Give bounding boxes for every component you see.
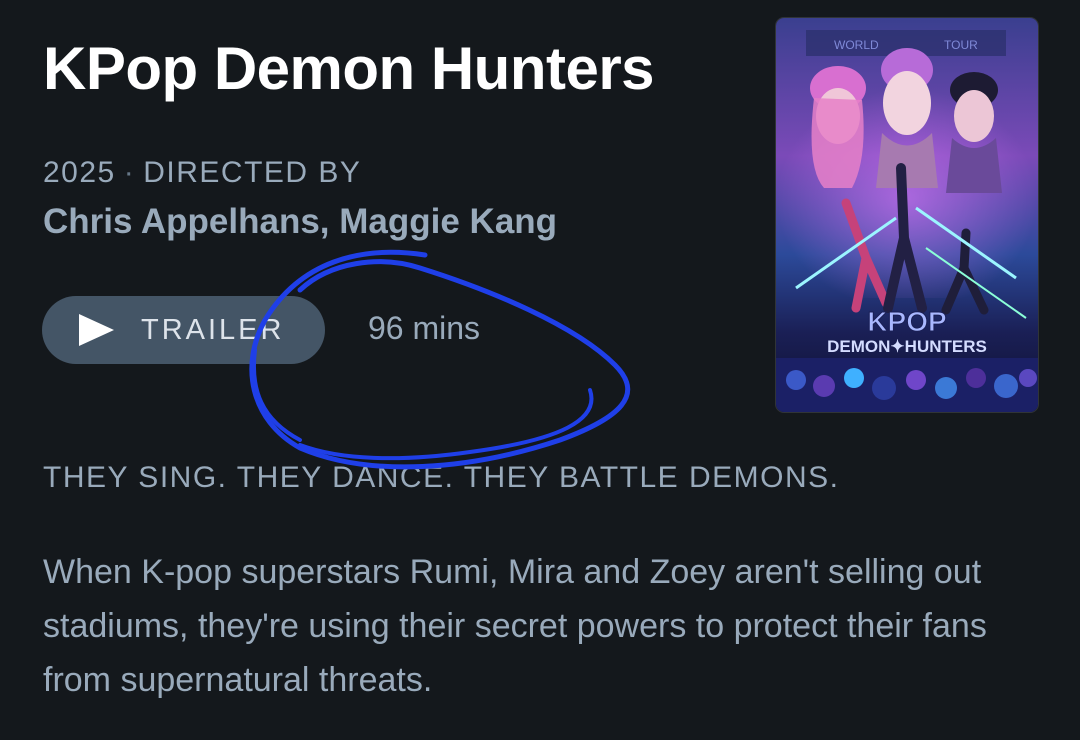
director-names[interactable]: Chris Appelhans, Maggie Kang [43,202,557,242]
tagline: THEY SING. THEY DANCE. THEY BATTLE DEMON… [43,461,840,494]
poster-logo-line2: DEMON✦HUNTERS [827,337,987,356]
poster-banner-left: WORLD [834,38,879,52]
poster-banner-right: TOUR [944,38,978,52]
directed-by-label: DIRECTED BY [143,156,362,189]
poster-crowd [776,358,1038,412]
release-year[interactable]: 2025 [43,156,116,189]
play-icon [78,313,115,347]
film-detail-page: KPop Demon Hunters 2025 · DIRECTED BY Chri… [0,0,1080,740]
trailer-button[interactable]: TRAILER [42,296,325,364]
film-meta: 2025 · DIRECTED BY [43,156,361,190]
film-title: KPop Demon Hunters [43,35,655,102]
runtime: 96 mins [368,310,481,346]
meta-separator: · [123,156,136,189]
film-poster[interactable]: WORLD TOUR KPOP DEMON✦HUNTERS [776,18,1038,412]
trailer-label: TRAILER [141,313,285,346]
poster-logo-line1: KPOP [867,306,946,337]
synopsis: When K-pop superstars Rumi, Mira and Zoe… [43,553,987,699]
